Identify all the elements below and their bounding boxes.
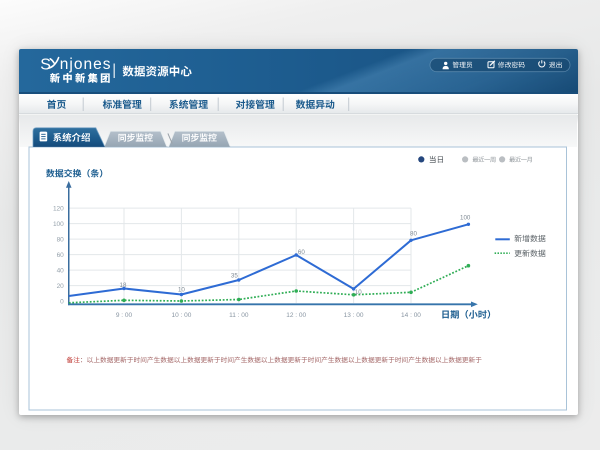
svg-text:120: 120 <box>53 205 64 212</box>
svg-text:S: S <box>40 56 51 73</box>
svg-text:35: 35 <box>231 272 238 279</box>
svg-text:80: 80 <box>57 236 65 243</box>
svg-text:80: 80 <box>410 230 417 237</box>
svg-text:14 : 00: 14 : 00 <box>401 312 421 319</box>
svg-text:13 : 00: 13 : 00 <box>344 312 364 319</box>
svg-text:60: 60 <box>298 249 305 256</box>
svg-text:9 : 00: 9 : 00 <box>116 312 133 319</box>
svg-text:11 : 00: 11 : 00 <box>229 312 249 319</box>
svg-text:100: 100 <box>53 221 64 228</box>
svg-text:10 : 00: 10 : 00 <box>171 312 191 319</box>
svg-text:20: 20 <box>57 283 65 290</box>
svg-text:0: 0 <box>60 298 64 305</box>
svg-text:18: 18 <box>120 282 127 289</box>
svg-text:12 : 00: 12 : 00 <box>286 312 306 319</box>
svg-text:60: 60 <box>57 252 65 259</box>
svg-text:40: 40 <box>57 267 65 274</box>
svg-text:10: 10 <box>355 289 362 296</box>
svg-text:njones: njones <box>60 56 112 73</box>
svg-text:100: 100 <box>460 214 471 221</box>
svg-text:10: 10 <box>178 287 185 294</box>
